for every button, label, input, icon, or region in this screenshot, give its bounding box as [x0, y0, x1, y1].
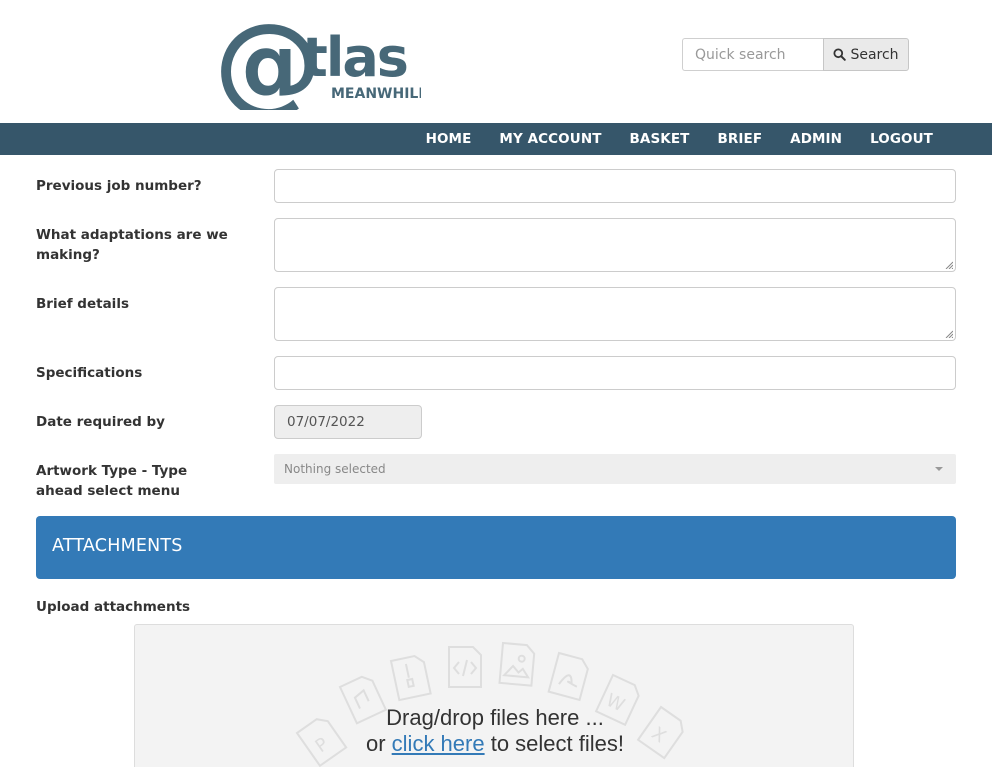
resize-grip-icon[interactable] [945, 261, 953, 269]
nav-item-basket[interactable]: BASKET [616, 131, 704, 147]
logo-subtitle: MEANWHILE [331, 86, 421, 102]
search-icon [833, 48, 847, 61]
specifications-input[interactable] [274, 356, 956, 390]
nav-item-home[interactable]: HOME [412, 131, 486, 147]
upload-attachments-label: Upload attachments [36, 599, 191, 615]
main-navbar: HOME MY ACCOUNT BASKET BRIEF ADMIN LOGOU… [0, 123, 992, 155]
atlas-logo[interactable]: @ tlas MEANWHILE [216, 12, 421, 110]
dropzone-alt-instruction: or click here to select files! [365, 731, 624, 756]
nav-item-my-account[interactable]: MY ACCOUNT [485, 131, 615, 147]
pdf-file-icon [547, 651, 589, 702]
date-required-input[interactable]: 07/07/2022 [274, 405, 422, 439]
caret-down-icon [935, 467, 943, 471]
brief-details-textarea[interactable] [274, 287, 956, 341]
artwork-type-selected: Nothing selected [284, 462, 386, 476]
artwork-type-label: Artwork Type - Type ahead select menu [36, 463, 188, 499]
nav-item-admin[interactable]: ADMIN [776, 131, 856, 147]
site-header: @ tlas MEANWHILE Search [0, 0, 992, 123]
code-file-icon [448, 646, 482, 688]
nav-item-brief[interactable]: BRIEF [703, 131, 776, 147]
previous-job-label: Previous job number? [36, 178, 202, 194]
adaptations-textarea[interactable] [274, 218, 956, 272]
file-dropzone[interactable]: P W X Drag/drop files here ... or click … [134, 624, 854, 767]
archive-file-icon [389, 654, 432, 702]
previous-job-input[interactable] [274, 169, 956, 203]
specifications-label: Specifications [36, 365, 143, 381]
nav-menu: HOME MY ACCOUNT BASKET BRIEF ADMIN LOGOU… [412, 123, 947, 155]
search-input[interactable] [682, 38, 823, 71]
resize-grip-icon[interactable] [945, 330, 953, 338]
search-button-label: Search [850, 46, 899, 63]
adaptations-label: What adaptations are we making? [36, 227, 228, 263]
attachments-panel-header: ATTACHMENTS [36, 516, 956, 579]
quick-search: Search [682, 38, 909, 71]
dropzone-instruction: Drag/drop files here ... [386, 705, 604, 730]
artwork-type-select[interactable]: Nothing selected [274, 454, 956, 484]
brief-details-label: Brief details [36, 296, 129, 312]
select-files-link[interactable]: click here [392, 731, 485, 756]
image-file-icon [498, 641, 536, 687]
search-button[interactable]: Search [823, 38, 909, 71]
attachments-title: ATTACHMENTS [52, 536, 183, 556]
logo-wordmark: tlas [302, 26, 407, 89]
date-required-label: Date required by [36, 414, 165, 430]
nav-item-logout[interactable]: LOGOUT [856, 131, 947, 147]
